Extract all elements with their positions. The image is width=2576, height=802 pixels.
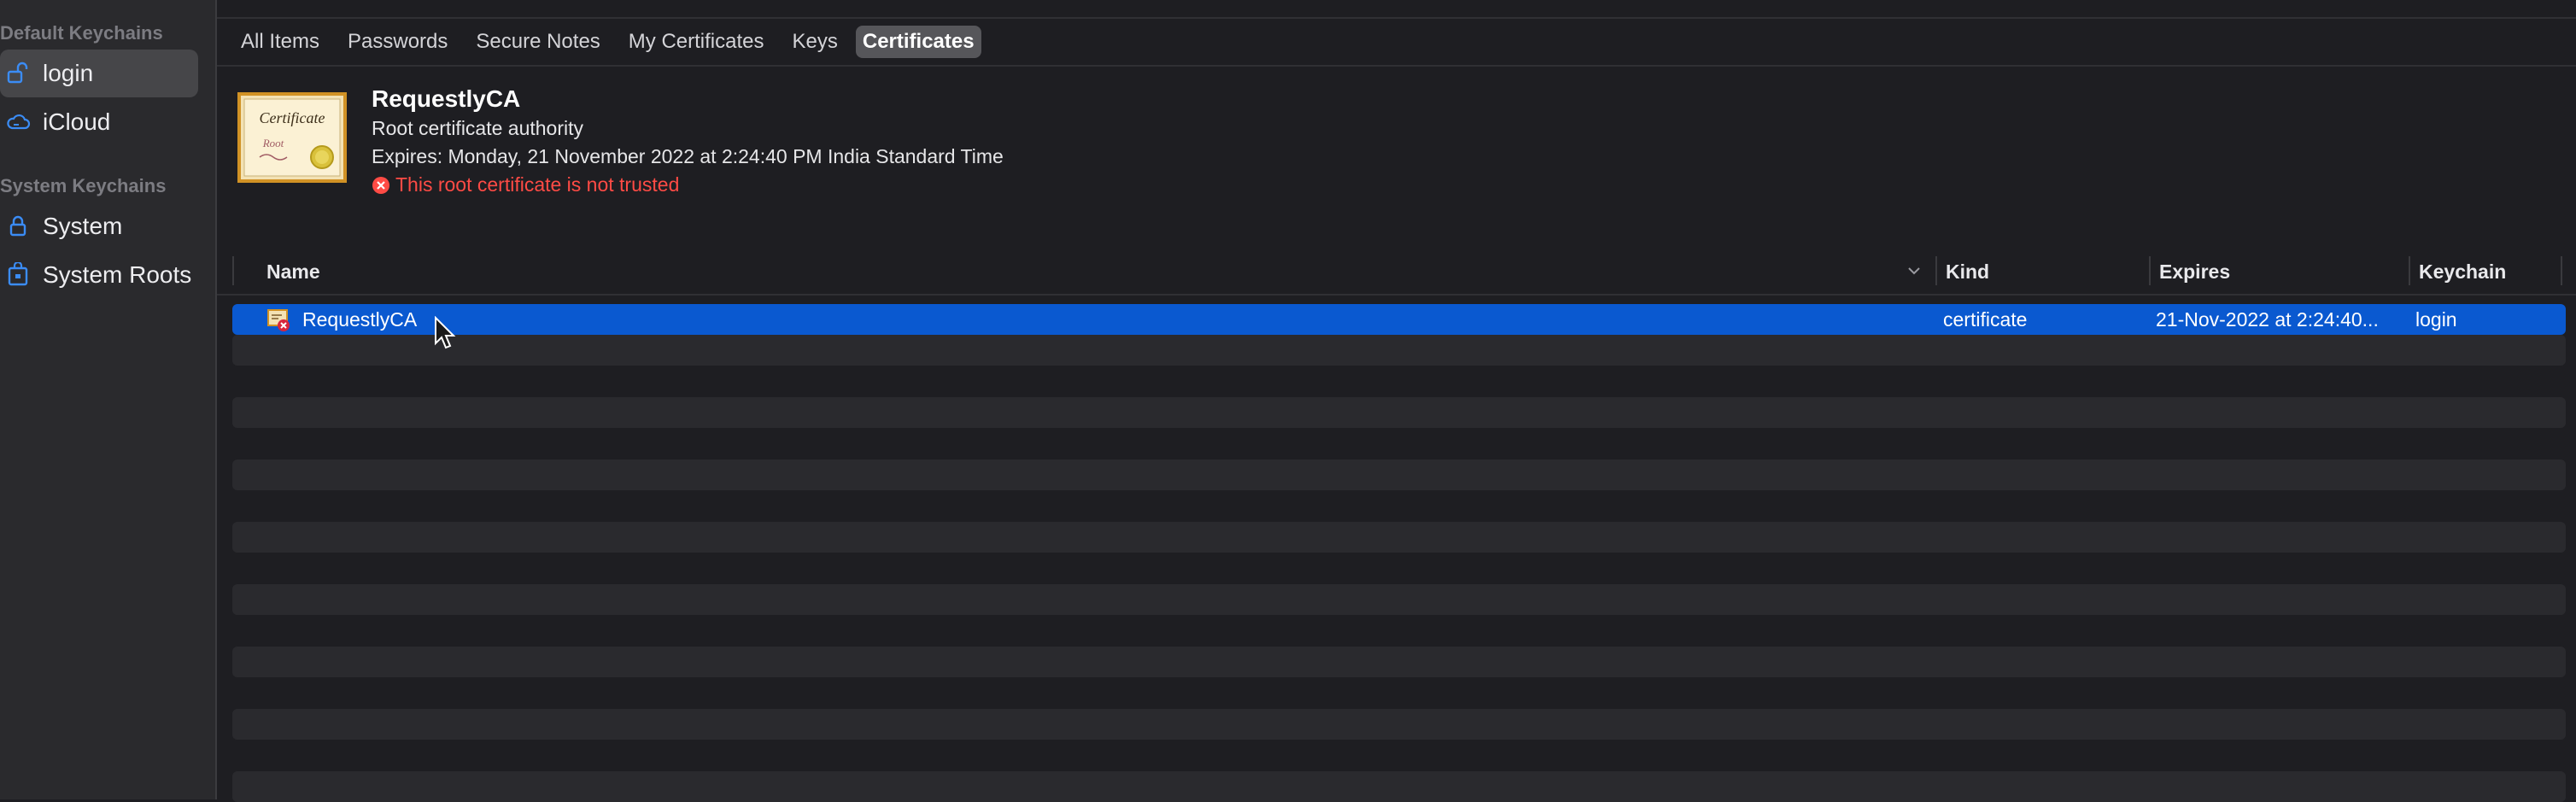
trust-warning-text: This root certificate is not trusted: [395, 173, 680, 196]
table-header: Name Kind Expires Keychain: [232, 253, 2564, 289]
tab-passwords[interactable]: Passwords: [341, 26, 454, 58]
row-name: RequestlyCA: [302, 308, 418, 331]
unlocked-padlock-icon: [5, 61, 31, 86]
tab-keys[interactable]: Keys: [786, 26, 845, 58]
certificate-image: Certificate Root: [237, 92, 347, 183]
column-separator[interactable]: [2149, 256, 2151, 285]
empty-row: [232, 647, 2566, 677]
mouse-cursor-icon: [435, 316, 456, 349]
empty-row: [232, 522, 2566, 553]
empty-row: [232, 709, 2566, 740]
row-keychain: login: [2415, 308, 2457, 331]
sidebar-item-icloud[interactable]: iCloud: [0, 98, 198, 146]
tab-certificates[interactable]: Certificates: [855, 26, 981, 58]
tab-my-certificates[interactable]: My Certificates: [622, 26, 771, 58]
certificate-image-root-text: Root: [262, 137, 284, 149]
empty-row: [232, 460, 2566, 490]
table-row[interactable]: RequestlyCA certificate 21-Nov-2022 at 2…: [232, 304, 2566, 335]
certificate-subtitle: Root certificate authority: [372, 117, 584, 139]
padlock-icon: [5, 214, 31, 239]
keychain-cabinet-icon: [5, 262, 31, 288]
certificate-name: RequestlyCA: [372, 85, 521, 112]
sidebar-item-label: iCloud: [43, 108, 111, 135]
row-kind: certificate: [1943, 308, 2028, 331]
sort-chevron-down-icon[interactable]: [1906, 263, 1922, 278]
divider: [217, 294, 2576, 296]
certificate-image-text: Certificate: [260, 109, 325, 126]
sidebar-item-label: login: [43, 60, 94, 86]
section-system-keychains: System Keychains: [0, 175, 167, 196]
sidebar-item-label: System: [43, 213, 123, 239]
untrusted-certificate-icon: [267, 309, 290, 331]
sidebar-item-system-roots[interactable]: System Roots: [0, 251, 198, 299]
empty-row: [232, 771, 2566, 802]
sidebar-item-system[interactable]: System: [0, 202, 198, 250]
divider: [217, 17, 2576, 19]
sidebar-item-label: System Roots: [43, 261, 192, 288]
column-separator: [2561, 256, 2562, 285]
column-separator[interactable]: [1935, 256, 1937, 285]
sidebar: Default Keychains login iCloud System Ke…: [0, 0, 217, 799]
row-expires: 21-Nov-2022 at 2:24:40...: [2156, 308, 2379, 331]
column-separator[interactable]: [2409, 256, 2410, 285]
icloud-icon: [5, 109, 31, 135]
error-x-icon: [372, 176, 389, 194]
section-default-keychains: Default Keychains: [0, 22, 163, 44]
category-tabs: All Items Passwords Secure Notes My Cert…: [234, 26, 996, 58]
sidebar-item-login[interactable]: login: [0, 50, 198, 97]
column-header-expires[interactable]: Expires: [2159, 261, 2230, 284]
column-header-keychain[interactable]: Keychain: [2419, 261, 2506, 284]
column-separator: [232, 256, 234, 285]
empty-row: [232, 335, 2566, 366]
empty-row: [232, 397, 2566, 428]
certificate-expiry: Expires: Monday, 21 November 2022 at 2:2…: [372, 145, 1004, 167]
tab-secure-notes[interactable]: Secure Notes: [469, 26, 606, 58]
tab-all-items[interactable]: All Items: [234, 26, 326, 58]
column-header-name[interactable]: Name: [266, 261, 320, 284]
trust-warning: This root certificate is not trusted: [372, 173, 679, 196]
divider: [217, 65, 2576, 67]
column-header-kind[interactable]: Kind: [1946, 261, 1989, 284]
empty-row: [232, 584, 2566, 615]
